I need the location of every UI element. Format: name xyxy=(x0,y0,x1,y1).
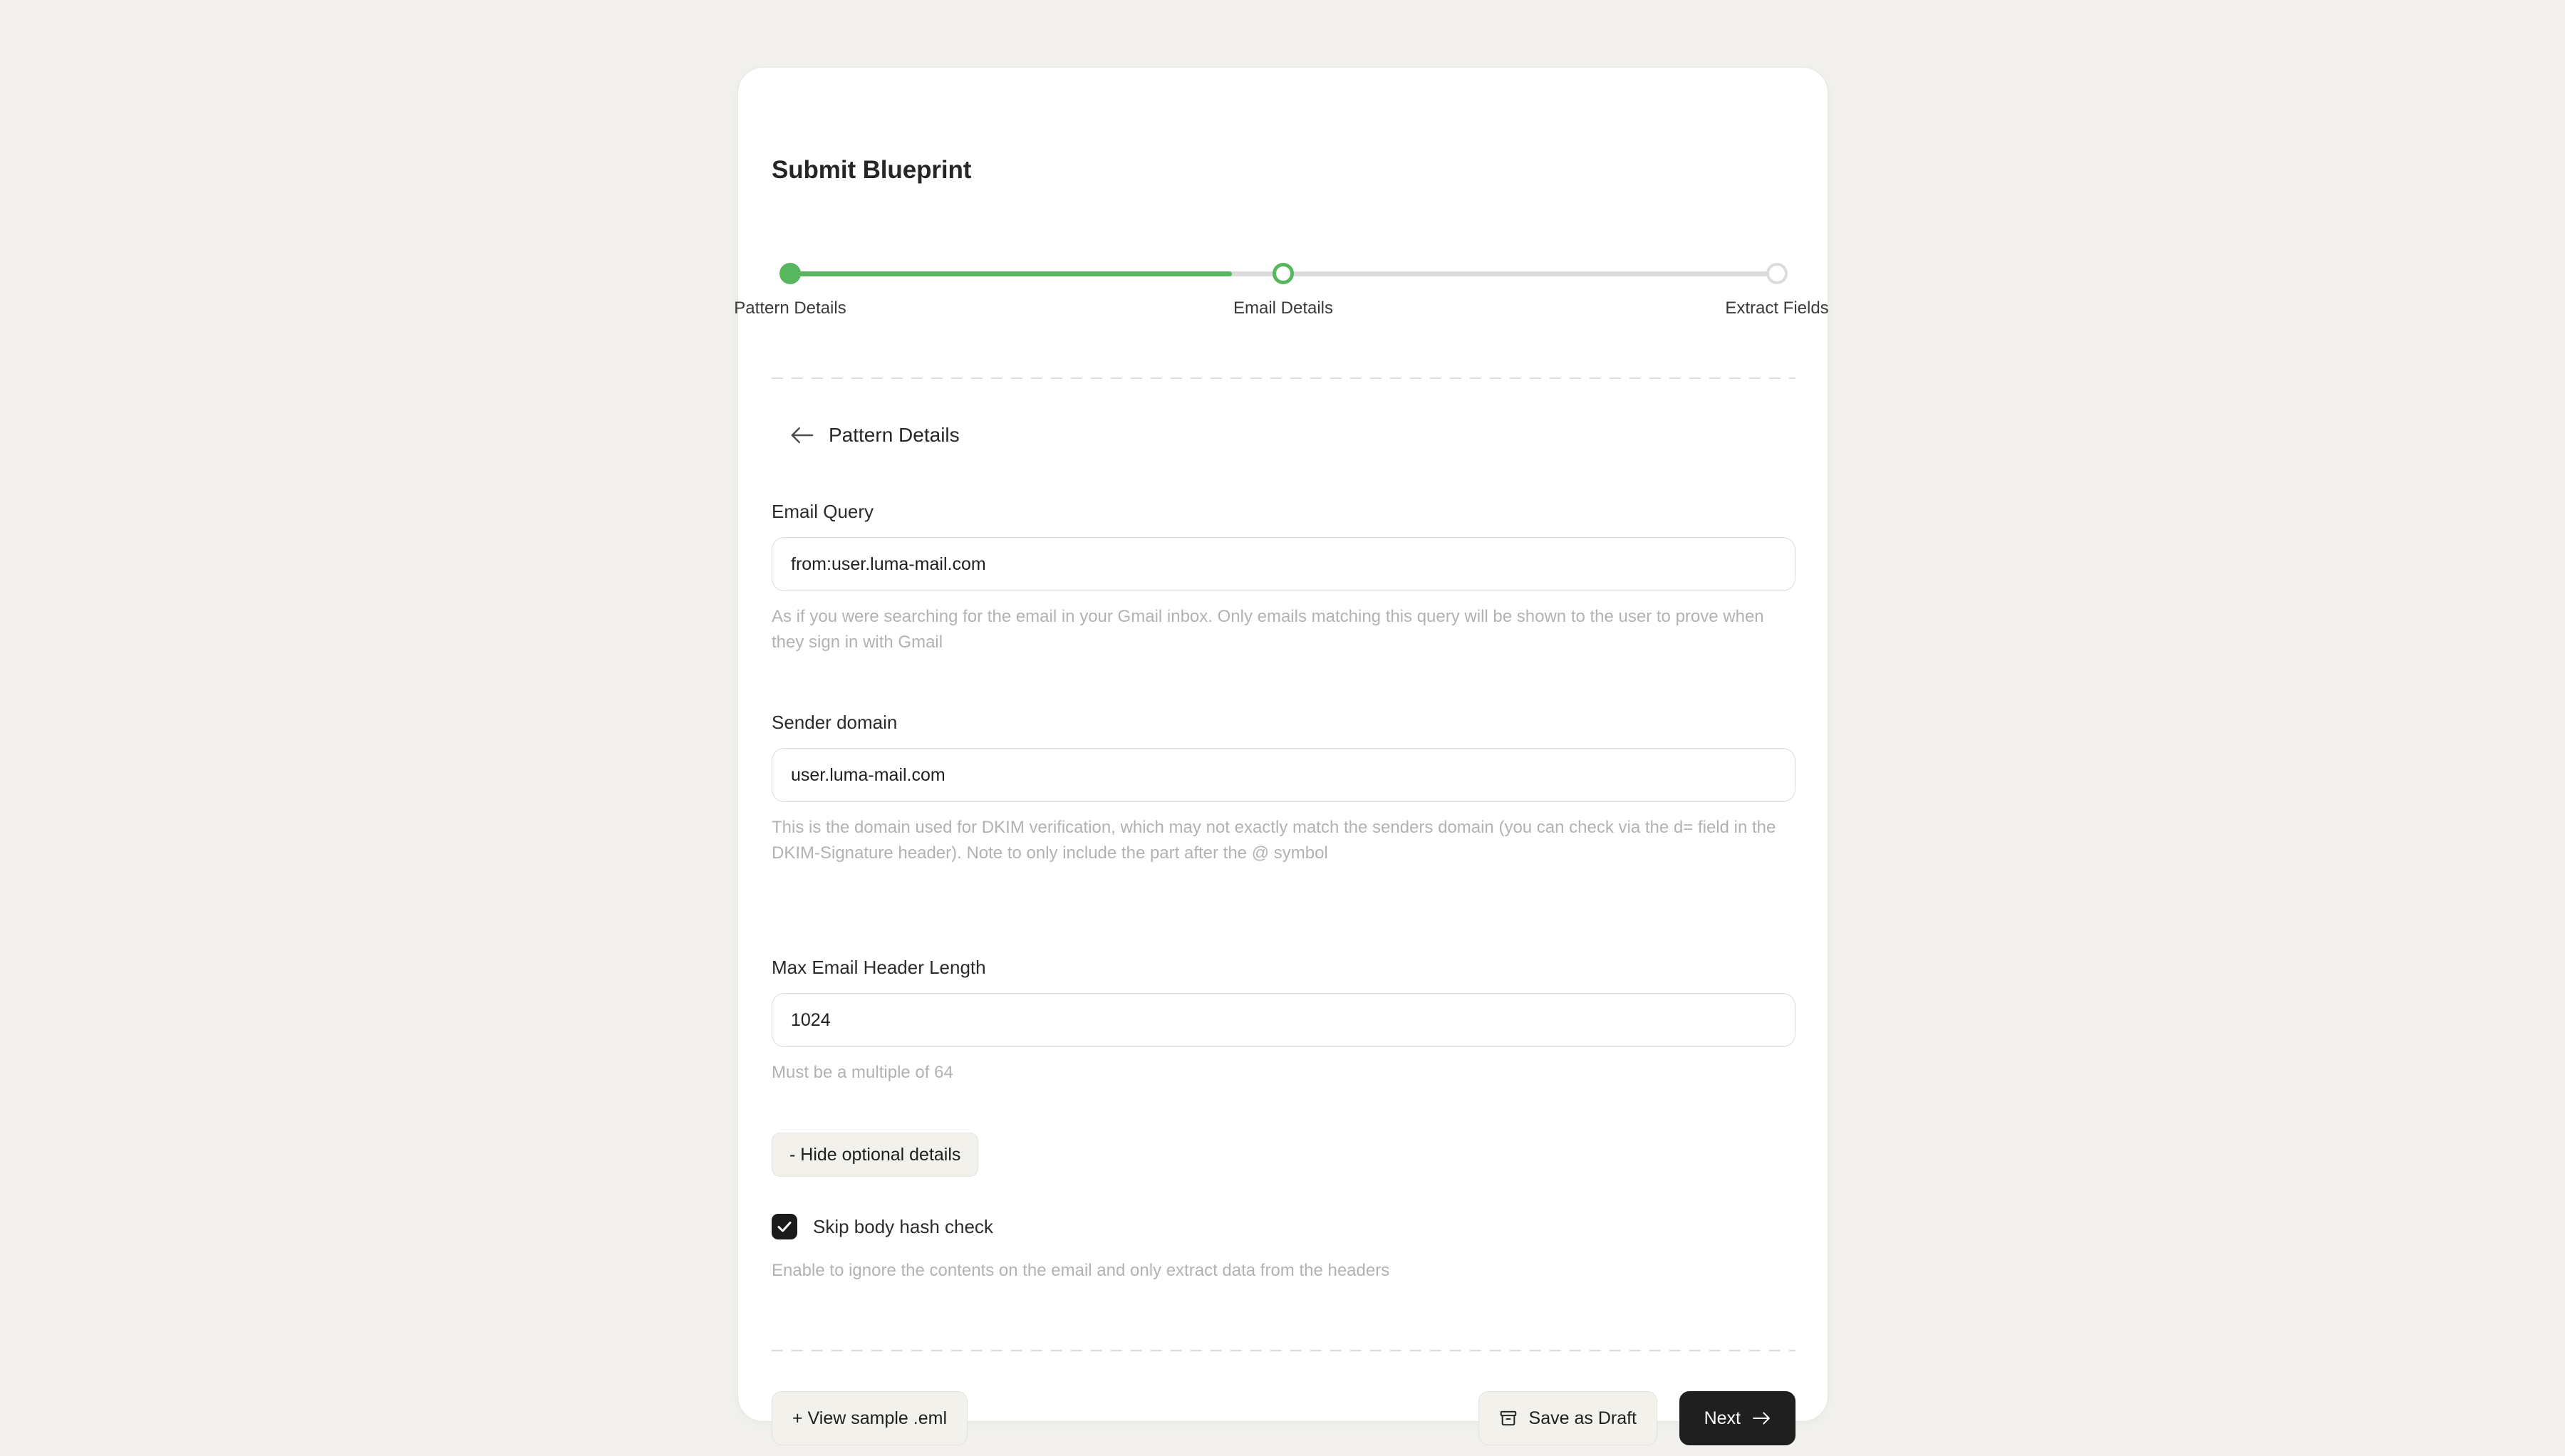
page-root: Submit Blueprint Pattern Details Email D… xyxy=(0,0,2565,1456)
sender-domain-input[interactable] xyxy=(772,748,1796,802)
section-title: Pattern Details xyxy=(829,424,960,446)
help-skip-body-hash: Enable to ignore the contents on the ema… xyxy=(772,1261,1390,1280)
stepper-step-pattern-details[interactable]: Pattern Details xyxy=(698,256,883,318)
divider-top xyxy=(772,378,1796,379)
stepper-label-pattern-details: Pattern Details xyxy=(734,298,846,318)
stepper-dot-current xyxy=(1273,263,1294,284)
label-email-query: Email Query xyxy=(772,501,874,522)
save-as-draft-label: Save as Draft xyxy=(1528,1408,1637,1428)
stepper-step-extract-fields[interactable]: Extract Fields xyxy=(1684,256,1870,318)
archive-box-icon xyxy=(1500,1410,1516,1426)
card-content: Submit Blueprint Pattern Details Email D… xyxy=(734,68,1829,1445)
save-as-draft-button[interactable]: Save as Draft xyxy=(1478,1391,1657,1445)
next-button[interactable]: Next xyxy=(1679,1391,1796,1445)
field-max-header-length: Max Email Header Length Must be a multip… xyxy=(772,957,1796,1086)
stepper-step-email-details[interactable]: Email Details xyxy=(1191,256,1376,318)
page-title: Submit Blueprint xyxy=(772,156,972,184)
next-label: Next xyxy=(1704,1408,1741,1428)
email-query-input[interactable] xyxy=(772,537,1796,591)
label-max-header-length: Max Email Header Length xyxy=(772,957,986,978)
arrow-right-icon xyxy=(1753,1412,1770,1425)
progress-stepper: Pattern Details Email Details Extract Fi… xyxy=(734,256,1829,334)
card-footer: + View sample .eml Save as Draft Next xyxy=(772,1391,1796,1452)
skip-body-hash-checkbox[interactable] xyxy=(772,1214,797,1239)
field-email-query: Email Query As if you were searching for… xyxy=(772,501,1796,656)
help-email-query: As if you were searching for the email i… xyxy=(772,607,1764,652)
stepper-dot-upcoming xyxy=(1766,263,1788,284)
max-header-length-input[interactable] xyxy=(772,993,1796,1047)
submit-blueprint-card: Submit Blueprint Pattern Details Email D… xyxy=(734,67,1829,1445)
back-to-pattern-details[interactable]: Pattern Details xyxy=(790,424,960,447)
stepper-label-extract-fields: Extract Fields xyxy=(1725,298,1829,318)
skip-body-hash-check-row[interactable]: Skip body hash check xyxy=(772,1214,993,1239)
label-sender-domain: Sender domain xyxy=(772,712,898,733)
view-sample-eml-button[interactable]: + View sample .eml xyxy=(772,1391,968,1445)
stepper-label-email-details: Email Details xyxy=(1233,298,1334,318)
help-max-header-length: Must be a multiple of 64 xyxy=(772,1063,953,1082)
divider-bottom xyxy=(772,1350,1796,1351)
toggle-optional-details-button[interactable]: - Hide optional details xyxy=(772,1133,979,1177)
help-sender-domain: This is the domain used for DKIM verific… xyxy=(772,818,1776,863)
stepper-dot-completed xyxy=(779,263,801,284)
check-icon xyxy=(777,1222,792,1232)
field-sender-domain: Sender domain This is the domain used fo… xyxy=(772,712,1796,867)
arrow-left-icon xyxy=(791,427,814,444)
skip-body-hash-label: Skip body hash check xyxy=(813,1215,993,1237)
